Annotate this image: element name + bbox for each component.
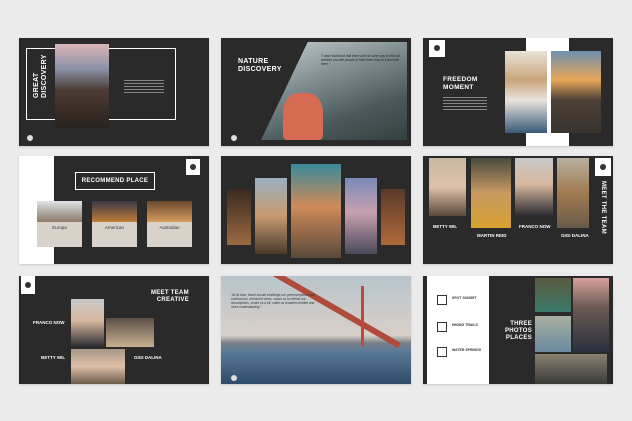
place-photo (535, 316, 571, 352)
member-photo (515, 158, 553, 216)
member-name: GIGI DALINA (561, 233, 589, 238)
item-title: HIKING TRAILS (452, 323, 478, 327)
place-card-american: American (92, 201, 137, 247)
member-name: BETTY WIL (433, 224, 458, 229)
member-photo (557, 158, 589, 228)
place-photo (535, 278, 571, 312)
place-photo (573, 278, 609, 352)
place-card-australian: Australian (147, 201, 192, 247)
member-name: FRANCO NOW (519, 224, 551, 229)
slide-title: RECOMMEND PLACE (75, 172, 155, 190)
slide-title: THREE PHOTOS PLACES (505, 321, 533, 341)
gallery-photo (381, 189, 405, 245)
sunset-icon (437, 295, 447, 305)
slide-title: NATURE DISCOVERY (238, 58, 282, 73)
member-photo (471, 158, 511, 228)
gallery-photo (227, 189, 251, 245)
slide-three-photos-places[interactable]: THREE PHOTOS PLACES SPOT SUNSET HIKING TRA… (423, 276, 613, 384)
logo-box (429, 40, 445, 57)
member-photo (106, 318, 154, 347)
traveler-photo (551, 51, 601, 133)
gallery-photo (291, 164, 341, 258)
quote: "At its best, travel should challenge ou… (231, 293, 315, 309)
coast-photo (55, 44, 109, 128)
logo-box (186, 159, 200, 175)
member-photo (71, 349, 125, 384)
body-text (443, 97, 487, 112)
place-card-europa: Europa (37, 201, 82, 247)
member-name: GIGI DALINA (134, 355, 162, 360)
item-title: WATER SPRINGS (452, 348, 482, 352)
slide-title: GREAT DISCOVERY (33, 54, 48, 98)
slide-title: MEET TEAM CREATIVE (150, 290, 189, 303)
logo-icon (27, 135, 33, 141)
logo-icon (231, 375, 237, 381)
slide-bridge-quote[interactable]: "At its best, travel should challenge ou… (221, 276, 411, 384)
slide-title: MEET THE TEAM (600, 181, 606, 234)
bridge-tower (361, 286, 364, 346)
member-name: MARTIN REID (477, 233, 507, 238)
member-name: FRANCO NOW (33, 320, 65, 325)
slide-meet-team-creative[interactable]: MEET TEAM CREATIVE FRANCO NOW BETTY WIL G… (19, 276, 209, 384)
bridge (268, 276, 401, 349)
location-pin-icon (437, 322, 447, 332)
member-photo (429, 158, 466, 216)
backpack (283, 93, 323, 140)
slide-title: FREEDOM MOMENT (443, 76, 478, 91)
member-name: BETTY WIL (41, 355, 66, 360)
quote: "I have found out that there ain't no su… (321, 54, 400, 66)
slide-photo-gallery[interactable] (221, 156, 411, 264)
water-drop-icon (437, 347, 447, 357)
logo-icon (231, 135, 237, 141)
logo-box (21, 276, 35, 294)
gallery-photo (345, 178, 377, 254)
member-photo (71, 299, 104, 347)
slide-freedom-moment[interactable]: FREEDOM MOMENT (423, 38, 613, 146)
woman-photo (505, 51, 547, 133)
place-photo (535, 354, 607, 384)
slide-recommend-place[interactable]: RECOMMEND PLACE Europa American Australi… (19, 156, 209, 264)
slide-meet-the-team[interactable]: BETTY WIL MARTIN REID FRANCO NOW GIGI DA… (423, 156, 613, 264)
slide-great-discovery[interactable]: GREAT DISCOVERY (19, 38, 209, 146)
slide-nature-discovery[interactable]: NATURE DISCOVERY "I have found out that t… (221, 38, 411, 146)
item-title: SPOT SUNSET (452, 296, 477, 300)
logo-box (595, 158, 611, 176)
gallery-photo (255, 178, 287, 254)
body-text (124, 80, 164, 95)
